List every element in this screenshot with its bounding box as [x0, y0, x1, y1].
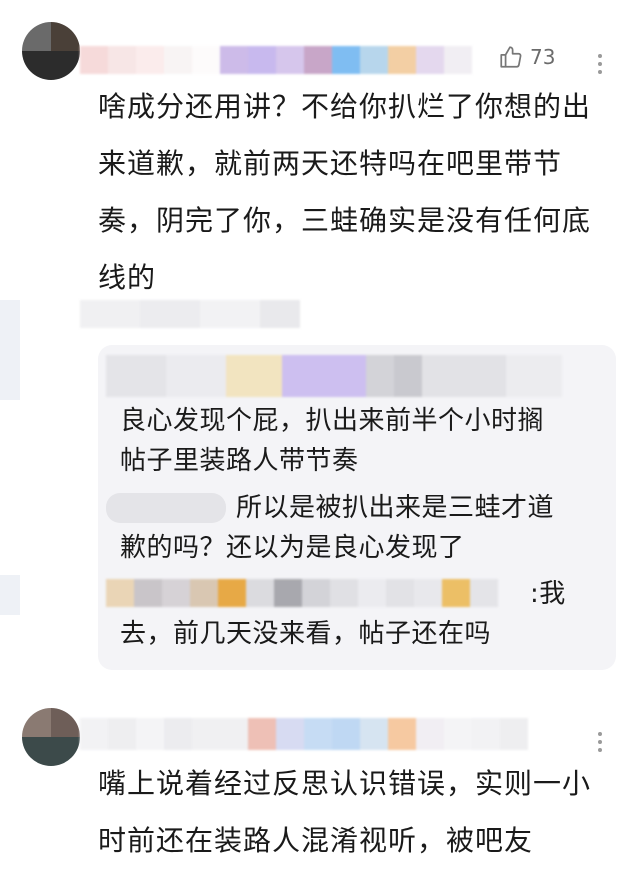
more-vertical-icon [598, 54, 602, 58]
reply-text-continued: 歉的吗？还以为是良心发现了 [120, 533, 465, 563]
reply-username[interactable] [106, 493, 226, 523]
reply-text: 良心发现个屁，扒出来前半个小时搁 帖子里装路人带节奏 [120, 406, 545, 476]
username[interactable] [80, 46, 472, 74]
more-vertical-icon [598, 732, 602, 736]
thread-edge [0, 575, 20, 615]
comment-body: 嘴上说着经过反思认识错误，实则一小时前还在装路人混淆视听，被吧友 [98, 767, 592, 857]
reply-username[interactable] [106, 355, 562, 397]
reply-username[interactable] [106, 579, 498, 607]
replies-panel: 良心发现个屁，扒出来前半个小时搁 帖子里装路人带节奏 所以是被扒出来是三蛙才道 … [98, 345, 616, 670]
reply-text-continued: 去，前几天没来看，帖子还在吗 [120, 619, 492, 649]
avatar[interactable] [22, 22, 80, 80]
avatar[interactable] [22, 708, 80, 766]
reply-text: 所以是被扒出来是三蛙才道 [236, 493, 555, 523]
comment-body: 啥成分还用讲？不给你扒烂了你想的出来道歉，就前两天还特吗在吧里带节奏，阴完了你，… [98, 90, 592, 294]
username[interactable] [80, 718, 528, 750]
like-button[interactable]: 73 [498, 44, 555, 70]
thumbs-up-icon [500, 46, 522, 68]
blurred-meta [80, 300, 300, 328]
more-options-button[interactable] [592, 50, 608, 78]
like-count: 73 [530, 45, 556, 69]
thread-edge [0, 300, 20, 400]
more-options-button[interactable] [592, 728, 608, 756]
reply-text: :我 [530, 579, 566, 609]
